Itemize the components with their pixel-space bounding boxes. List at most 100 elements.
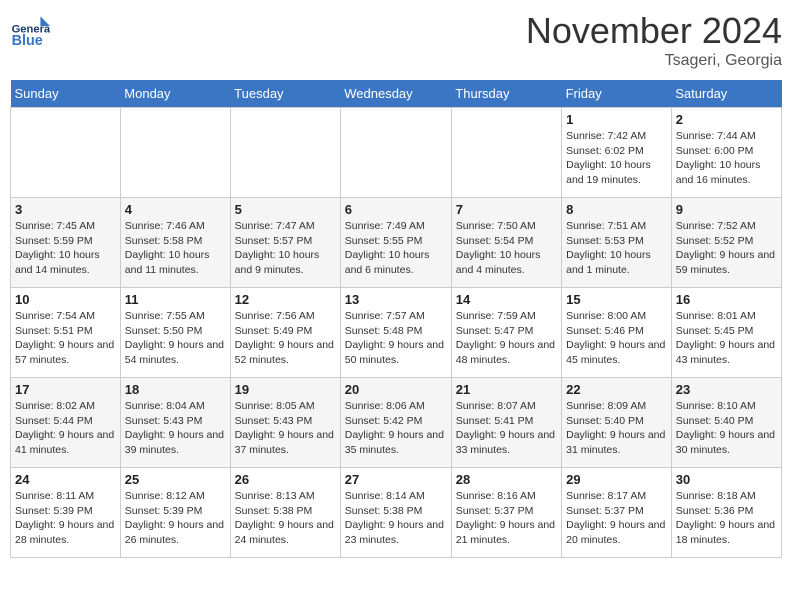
day-cell: 26 Sunrise: 8:13 AM Sunset: 5:38 PM Dayli… — [230, 468, 340, 558]
location: Tsageri, Georgia — [526, 52, 782, 70]
day-cell: 13Sunrise: 7:57 AM Sunset: 5:48 PM Dayli… — [340, 288, 451, 378]
day-info: Sunrise: 8:18 AM Sunset: 5:36 PM Dayligh… — [676, 489, 777, 548]
day-number: 14 — [456, 292, 557, 307]
day-cell: 24 Sunrise: 8:11 AM Sunset: 5:39 PM Dayli… — [11, 468, 121, 558]
page-header: General Blue November 2024 Tsageri, Geor… — [10, 10, 782, 70]
day-info: Sunrise: 8:02 AM Sunset: 5:44 PM Dayligh… — [15, 399, 116, 458]
day-cell: 18Sunrise: 8:04 AM Sunset: 5:43 PM Dayli… — [120, 378, 230, 468]
day-info: Sunrise: 7:49 AM Sunset: 5:55 PM Dayligh… — [345, 219, 447, 278]
day-cell: 8 Sunrise: 7:51 AM Sunset: 5:53 PM Daylig… — [562, 198, 672, 288]
day-number: 9 — [676, 202, 777, 217]
day-cell: 4 Sunrise: 7:46 AM Sunset: 5:58 PM Daylig… — [120, 198, 230, 288]
day-cell: 5 Sunrise: 7:47 AM Sunset: 5:57 PM Daylig… — [230, 198, 340, 288]
week-row-4: 17 Sunrise: 8:02 AM Sunset: 5:44 PM Dayli… — [11, 378, 782, 468]
day-info: Sunrise: 7:45 AM Sunset: 5:59 PM Dayligh… — [15, 219, 116, 278]
day-info: Sunrise: 7:57 AM Sunset: 5:48 PM Dayligh… — [345, 309, 447, 368]
day-number: 7 — [456, 202, 557, 217]
day-info: Sunrise: 7:59 AM Sunset: 5:47 PM Dayligh… — [456, 309, 557, 368]
day-cell: 19 Sunrise: 8:05 AM Sunset: 5:43 PM Dayli… — [230, 378, 340, 468]
day-info: Sunrise: 8:17 AM Sunset: 5:37 PM Dayligh… — [566, 489, 667, 548]
day-number: 4 — [125, 202, 226, 217]
day-cell: 27Sunrise: 8:14 AM Sunset: 5:38 PM Dayli… — [340, 468, 451, 558]
week-row-1: 1 Sunrise: 7:42 AM Sunset: 6:02 PM Daylig… — [11, 108, 782, 198]
day-info: Sunrise: 7:42 AM Sunset: 6:02 PM Dayligh… — [566, 129, 667, 188]
day-cell: 21 Sunrise: 8:07 AM Sunset: 5:41 PM Dayli… — [451, 378, 561, 468]
day-cell: 3 Sunrise: 7:45 AM Sunset: 5:59 PM Daylig… — [11, 198, 121, 288]
day-cell — [120, 108, 230, 198]
day-cell: 20 Sunrise: 8:06 AM Sunset: 5:42 PM Dayli… — [340, 378, 451, 468]
day-info: Sunrise: 7:55 AM Sunset: 5:50 PM Dayligh… — [125, 309, 226, 368]
day-info: Sunrise: 8:05 AM Sunset: 5:43 PM Dayligh… — [235, 399, 336, 458]
header-cell-sunday: Sunday — [11, 80, 121, 108]
header-row: SundayMondayTuesdayWednesdayThursdayFrid… — [11, 80, 782, 108]
day-number: 1 — [566, 112, 667, 127]
day-number: 19 — [235, 382, 336, 397]
day-number: 10 — [15, 292, 116, 307]
day-info: Sunrise: 8:10 AM Sunset: 5:40 PM Dayligh… — [676, 399, 777, 458]
day-info: Sunrise: 8:06 AM Sunset: 5:42 PM Dayligh… — [345, 399, 447, 458]
day-number: 15 — [566, 292, 667, 307]
day-cell: 11 Sunrise: 7:55 AM Sunset: 5:50 PM Dayli… — [120, 288, 230, 378]
day-info: Sunrise: 8:11 AM Sunset: 5:39 PM Dayligh… — [15, 489, 116, 548]
calendar-table: SundayMondayTuesdayWednesdayThursdayFrid… — [10, 80, 782, 558]
week-row-2: 3 Sunrise: 7:45 AM Sunset: 5:59 PM Daylig… — [11, 198, 782, 288]
day-cell — [230, 108, 340, 198]
day-number: 22 — [566, 382, 667, 397]
day-number: 20 — [345, 382, 447, 397]
header-cell-friday: Friday — [562, 80, 672, 108]
day-cell: 12 Sunrise: 7:56 AM Sunset: 5:49 PM Dayli… — [230, 288, 340, 378]
day-cell: 9 Sunrise: 7:52 AM Sunset: 5:52 PM Daylig… — [671, 198, 781, 288]
header-cell-tuesday: Tuesday — [230, 80, 340, 108]
day-cell — [11, 108, 121, 198]
day-info: Sunrise: 8:01 AM Sunset: 5:45 PM Dayligh… — [676, 309, 777, 368]
day-cell: 17 Sunrise: 8:02 AM Sunset: 5:44 PM Dayli… — [11, 378, 121, 468]
day-number: 2 — [676, 112, 777, 127]
day-info: Sunrise: 7:47 AM Sunset: 5:57 PM Dayligh… — [235, 219, 336, 278]
day-number: 17 — [15, 382, 116, 397]
day-number: 18 — [125, 382, 226, 397]
calendar-body: 1 Sunrise: 7:42 AM Sunset: 6:02 PM Daylig… — [11, 108, 782, 558]
day-number: 12 — [235, 292, 336, 307]
logo-icon: General Blue — [10, 10, 50, 50]
day-number: 8 — [566, 202, 667, 217]
day-number: 25 — [125, 472, 226, 487]
day-cell: 16Sunrise: 8:01 AM Sunset: 5:45 PM Dayli… — [671, 288, 781, 378]
day-number: 28 — [456, 472, 557, 487]
day-cell: 14 Sunrise: 7:59 AM Sunset: 5:47 PM Dayli… — [451, 288, 561, 378]
day-cell: 6Sunrise: 7:49 AM Sunset: 5:55 PM Daylig… — [340, 198, 451, 288]
logo: General Blue — [10, 10, 54, 50]
day-cell: 7Sunrise: 7:50 AM Sunset: 5:54 PM Daylig… — [451, 198, 561, 288]
day-number: 30 — [676, 472, 777, 487]
svg-text:Blue: Blue — [12, 33, 43, 49]
day-info: Sunrise: 8:12 AM Sunset: 5:39 PM Dayligh… — [125, 489, 226, 548]
day-cell: 22Sunrise: 8:09 AM Sunset: 5:40 PM Dayli… — [562, 378, 672, 468]
day-cell: 30 Sunrise: 8:18 AM Sunset: 5:36 PM Dayli… — [671, 468, 781, 558]
day-cell: 29 Sunrise: 8:17 AM Sunset: 5:37 PM Dayli… — [562, 468, 672, 558]
day-info: Sunrise: 7:51 AM Sunset: 5:53 PM Dayligh… — [566, 219, 667, 278]
day-info: Sunrise: 7:56 AM Sunset: 5:49 PM Dayligh… — [235, 309, 336, 368]
day-number: 5 — [235, 202, 336, 217]
day-cell: 25 Sunrise: 8:12 AM Sunset: 5:39 PM Dayli… — [120, 468, 230, 558]
header-cell-wednesday: Wednesday — [340, 80, 451, 108]
day-number: 23 — [676, 382, 777, 397]
day-number: 29 — [566, 472, 667, 487]
day-cell: 28Sunrise: 8:16 AM Sunset: 5:37 PM Dayli… — [451, 468, 561, 558]
day-number: 21 — [456, 382, 557, 397]
header-cell-thursday: Thursday — [451, 80, 561, 108]
week-row-5: 24 Sunrise: 8:11 AM Sunset: 5:39 PM Dayli… — [11, 468, 782, 558]
day-cell: 10Sunrise: 7:54 AM Sunset: 5:51 PM Dayli… — [11, 288, 121, 378]
day-info: Sunrise: 8:13 AM Sunset: 5:38 PM Dayligh… — [235, 489, 336, 548]
day-number: 24 — [15, 472, 116, 487]
day-number: 26 — [235, 472, 336, 487]
day-number: 27 — [345, 472, 447, 487]
day-number: 3 — [15, 202, 116, 217]
day-number: 11 — [125, 292, 226, 307]
day-info: Sunrise: 7:52 AM Sunset: 5:52 PM Dayligh… — [676, 219, 777, 278]
day-info: Sunrise: 8:00 AM Sunset: 5:46 PM Dayligh… — [566, 309, 667, 368]
day-cell: 1 Sunrise: 7:42 AM Sunset: 6:02 PM Daylig… — [562, 108, 672, 198]
day-cell: 2Sunrise: 7:44 AM Sunset: 6:00 PM Daylig… — [671, 108, 781, 198]
title-section: November 2024 Tsageri, Georgia — [526, 10, 782, 70]
day-info: Sunrise: 8:07 AM Sunset: 5:41 PM Dayligh… — [456, 399, 557, 458]
header-cell-saturday: Saturday — [671, 80, 781, 108]
day-info: Sunrise: 7:46 AM Sunset: 5:58 PM Dayligh… — [125, 219, 226, 278]
